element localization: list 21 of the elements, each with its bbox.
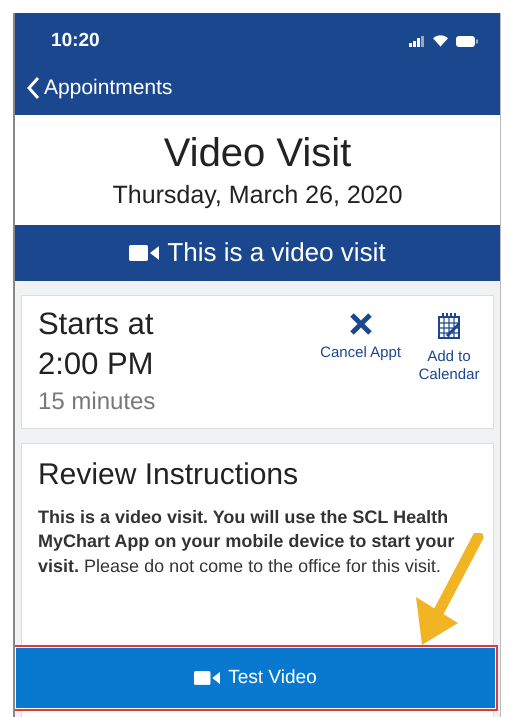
instructions-title: Review Instructions (38, 457, 300, 494)
calendar-icon (437, 312, 461, 340)
visit-date: Thursday, March 26, 2020 (112, 180, 404, 211)
battery-icon (456, 36, 478, 46)
start-time: 2:00 PM (38, 344, 154, 383)
signal-icon (409, 36, 425, 46)
banner-text: This is a video visit (167, 236, 386, 269)
close-icon (348, 312, 373, 336)
video-camera-icon (129, 244, 160, 262)
chevron-left-icon (27, 76, 40, 100)
wifi-icon (433, 35, 448, 47)
test-video-button[interactable]: Test Video (16, 648, 495, 708)
back-button[interactable]: Appointments (27, 72, 172, 104)
add-to-calendar-button[interactable]: Add to Calendar (417, 312, 481, 385)
duration-text: 15 minutes (38, 387, 156, 418)
status-time: 10:20 (51, 28, 100, 53)
instructions-text: This is a video visit. You will use the SCL Health MyChart App on your mobile device to start your visit. Please do not come to the office for this visit. (38, 506, 456, 578)
cancel-appointment-button[interactable]: Cancel Appt (320, 312, 401, 362)
starts-label: Starts at (38, 304, 154, 342)
video-camera-icon (194, 670, 220, 686)
page-title: Video Visit (162, 130, 352, 177)
